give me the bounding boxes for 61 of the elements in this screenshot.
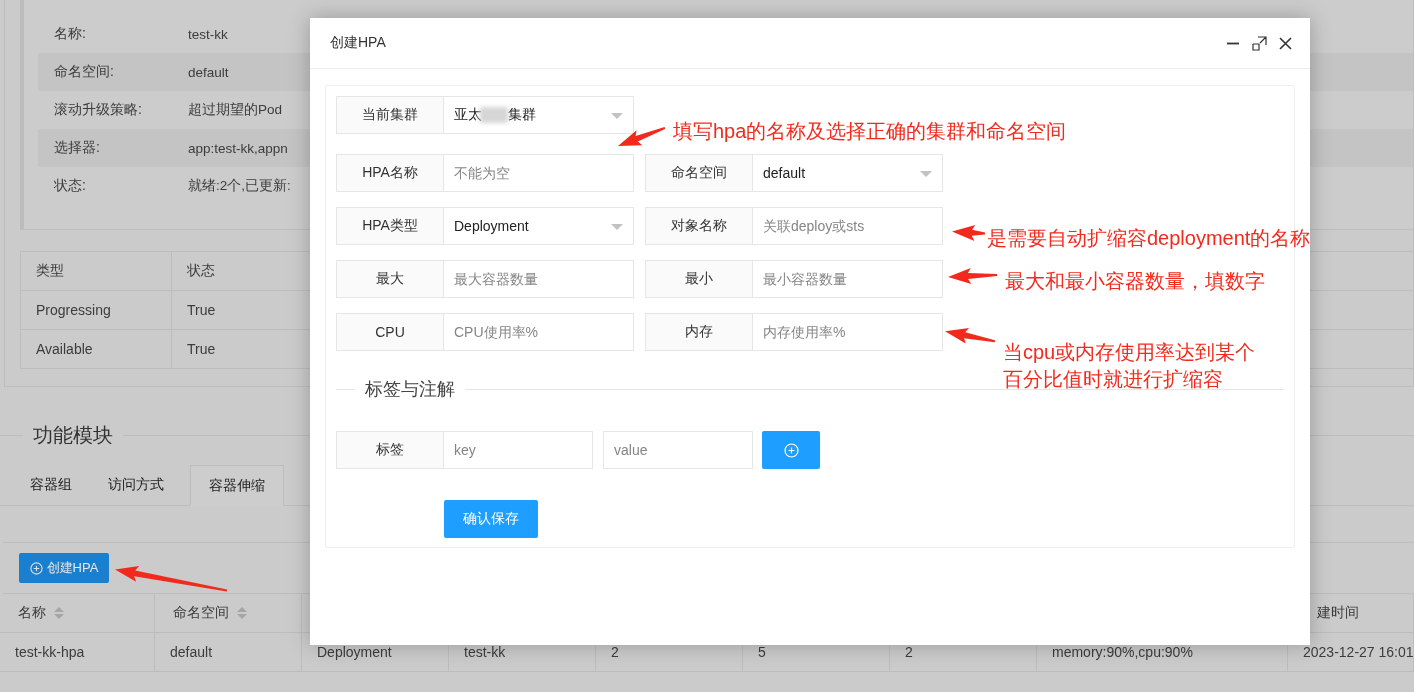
- plus-circle-icon: [783, 442, 799, 458]
- arrow: [948, 268, 998, 285]
- field-label: 滚动升级策略:: [53, 101, 143, 119]
- field-label: HPA名称: [336, 154, 444, 192]
- caret-icon: [611, 224, 623, 230]
- column-header: 类型: [21, 252, 172, 290]
- select-field[interactable]: default: [753, 154, 943, 192]
- input-field[interactable]: 最大容器数量: [444, 260, 634, 298]
- input-field[interactable]: 不能为空: [444, 154, 634, 192]
- field-label: HPA类型: [336, 207, 444, 245]
- tab[interactable]: 容器组: [12, 465, 90, 505]
- table-cell: Available: [21, 330, 172, 368]
- cluster-select[interactable]: 亚太 集群: [444, 96, 634, 134]
- caret-icon: [611, 113, 623, 119]
- field-value: 就绪:2个,已更新:: [188, 177, 291, 195]
- field-label: 选择器:: [53, 139, 101, 157]
- field-value: test-kk: [188, 26, 228, 42]
- field-value: app:test-kk,appn: [188, 140, 288, 156]
- arrow: [618, 127, 666, 146]
- plus-circle-icon: [29, 561, 43, 575]
- table-cell: test-kk-hpa: [0, 633, 155, 671]
- input-field[interactable]: 关联deploy或sts: [753, 207, 943, 245]
- input-field[interactable]: 最小容器数量: [753, 260, 943, 298]
- input-field[interactable]: value: [603, 431, 753, 469]
- annotation-text: 当cpu或内存使用率达到某个: [1003, 340, 1256, 365]
- field-label: 最大: [336, 260, 444, 298]
- field-label: 名称:: [53, 25, 87, 43]
- maximize-icon[interactable]: [1252, 35, 1267, 51]
- table-cell: Progressing: [21, 291, 172, 329]
- table-cell: default: [155, 633, 302, 671]
- input-field[interactable]: CPU使用率%: [444, 313, 634, 351]
- tab[interactable]: 访问方式: [90, 465, 182, 505]
- tab[interactable]: 容器伸缩: [190, 465, 284, 506]
- field-label: 最小: [645, 260, 753, 298]
- annotation-text: 是需要自动扩缩容deployment的名称: [987, 226, 1311, 251]
- caret-icon: [920, 171, 932, 177]
- create-hpa-button[interactable]: 创建HPA: [19, 553, 109, 583]
- dialog-title: 创建HPA: [330, 34, 386, 52]
- field-value: default: [188, 64, 229, 80]
- input-field[interactable]: 内存使用率%: [753, 313, 943, 351]
- field-label: 当前集群: [336, 96, 444, 134]
- column-header[interactable]: 名称: [18, 604, 46, 622]
- arrow: [945, 327, 996, 344]
- field-label: 对象名称: [645, 207, 753, 245]
- input-field[interactable]: key: [444, 431, 593, 469]
- annotation-text: 最大和最小容器数量，填数字: [1005, 269, 1265, 294]
- field-label: 标签: [336, 431, 444, 469]
- field-label: 内存: [645, 313, 753, 351]
- field-label: 命名空间: [645, 154, 753, 192]
- annotation-text: 填写hpa的名称及选择正确的集群和命名空间: [673, 119, 1067, 144]
- field-label: 命名空间:: [53, 63, 115, 81]
- field-value: 超过期望的Pod: [188, 101, 283, 119]
- arrow: [952, 225, 986, 242]
- column-header[interactable]: 命名空间: [173, 604, 229, 622]
- close-icon[interactable]: [1279, 36, 1292, 50]
- annotation-text: 百分比值时就进行扩缩容: [1003, 367, 1224, 392]
- section-title: 标签与注解: [355, 377, 465, 401]
- select-field[interactable]: Deployment: [444, 207, 634, 245]
- column-header: 建时间: [1317, 604, 1359, 622]
- field-label: 状态:: [53, 177, 87, 195]
- field-label: CPU: [336, 313, 444, 351]
